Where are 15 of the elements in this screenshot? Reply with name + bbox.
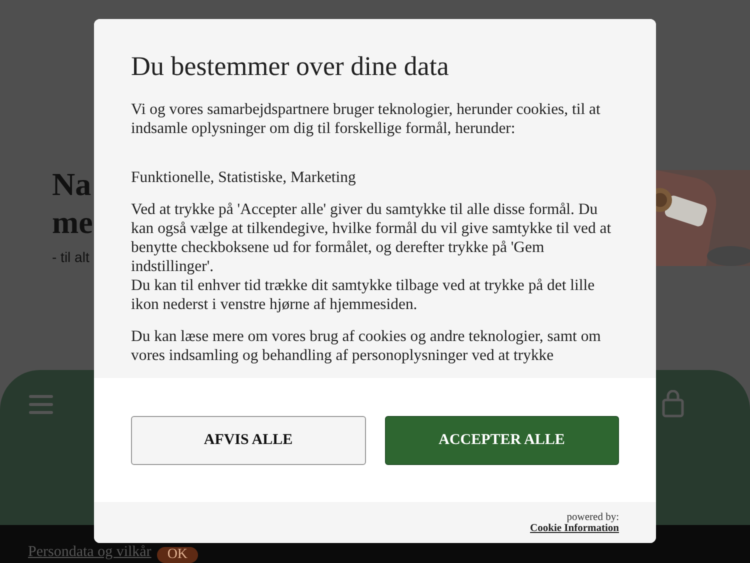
reject-all-button[interactable]: AFVIS ALLE xyxy=(131,416,366,465)
shopping-bag-icon[interactable] xyxy=(662,390,684,418)
page-heading: Na me xyxy=(52,165,93,241)
paragraph: Du kan til enhver tid trække dit samtykke tilbage ved at trykke på det lille ikon nederst i venstre hjørne af hjemmesiden. xyxy=(131,276,596,314)
ok-button[interactable]: OK xyxy=(157,547,198,563)
paragraph: Vi og vores samarbejdspartnere bruger teknologier, herunder cookies, til at indsamle oplysninger om dig til forskellige formål, herunder: xyxy=(131,100,602,138)
menu-icon[interactable] xyxy=(29,394,53,416)
accept-all-button[interactable]: ACCEPTER ALLE xyxy=(384,416,619,465)
tagline: - til alt xyxy=(52,249,90,265)
powered-by-label: powered by: xyxy=(566,512,619,522)
paragraph: Du kan læse mere om vores brug af cookies og andre teknologier, samt om vores indsamling og behandling af personoplysninger ved at trykke xyxy=(131,327,602,365)
paragraph: Ved at trykke på 'Accepter alle' giver du samtykke til alle disse formål. Du kan også vælge at tilkendegive, hvilke formål du vil give samtykke til ved at benytte checkboksene ud for formålet, og derefter trykke på 'Gem indstillinger'. xyxy=(131,200,612,276)
dialog-title: Du bestemmer over dine data xyxy=(131,51,450,82)
paragraph: Funktionelle, Statistiske, Marketing xyxy=(131,168,357,187)
provider-link[interactable]: Cookie Information xyxy=(530,522,619,534)
